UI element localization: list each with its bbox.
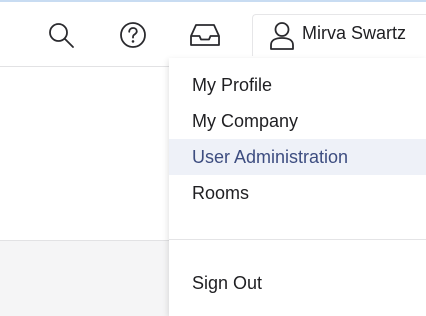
inbox-button[interactable]	[189, 19, 221, 51]
menu-item-rooms[interactable]: Rooms	[169, 175, 426, 211]
menu-item-my-company[interactable]: My Company	[169, 103, 426, 139]
user-icon	[270, 22, 294, 50]
sign-out-menu-item[interactable]: Sign Out	[169, 265, 426, 301]
user-name: Mirva Swartz	[302, 23, 407, 43]
menu-item-my-profile[interactable]: My Profile	[169, 67, 426, 103]
search-icon	[49, 23, 74, 48]
menu-divider	[169, 239, 426, 240]
menu-item-user-administration[interactable]: User Administration	[169, 139, 426, 175]
help-button[interactable]	[117, 19, 149, 51]
help-icon	[120, 22, 146, 48]
search-button[interactable]	[45, 19, 77, 51]
user-dropdown-menu: My Profile My Company User Administratio…	[169, 58, 426, 316]
user-menu-button[interactable]: Mirva Swartz	[252, 14, 426, 56]
inbox-icon	[190, 24, 220, 46]
